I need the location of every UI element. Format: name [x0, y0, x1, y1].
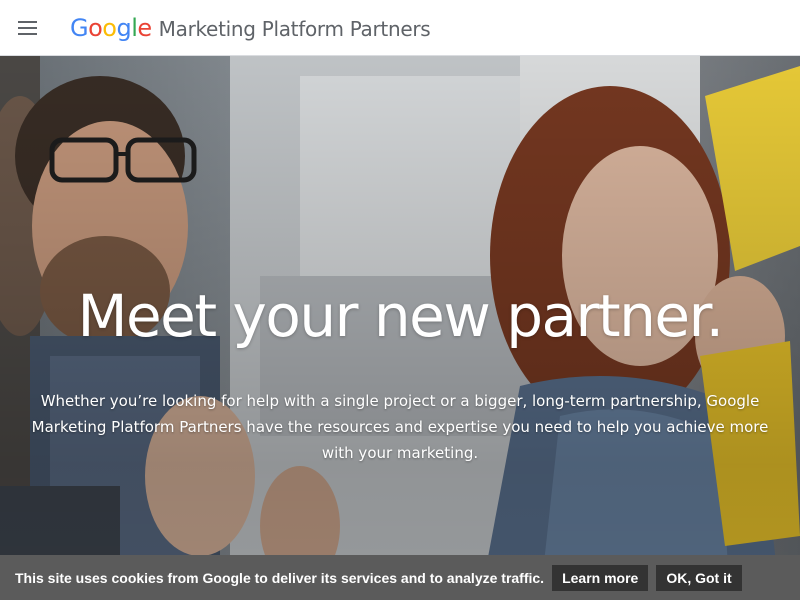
logo-letter: e	[137, 13, 152, 42]
ok-got-it-button[interactable]: OK, Got it	[656, 564, 742, 591]
learn-more-button[interactable]: Learn more	[552, 564, 649, 591]
logo-letter: g	[116, 13, 132, 42]
hamburger-menu-button[interactable]	[0, 0, 56, 56]
hero-section: Meet your new partner. Whether you’re lo…	[0, 56, 800, 600]
hero-heading: Meet your new partner.	[77, 282, 724, 350]
hero-description: Whether you’re looking for help with a s…	[31, 392, 769, 462]
hamburger-menu-icon	[18, 20, 37, 35]
cookie-consent-bar: This site uses cookies from Google to de…	[0, 555, 800, 600]
logo-letter: o	[88, 13, 103, 42]
logo-letter: o	[102, 13, 117, 42]
brand-home-link[interactable]: Google Marketing Platform Partners	[70, 14, 431, 42]
google-logo: Google	[70, 14, 152, 42]
site-title: Marketing Platform Partners	[158, 16, 431, 41]
logo-letter: G	[70, 13, 89, 42]
cookie-notice-text: This site uses cookies from Google to de…	[15, 569, 545, 586]
top-app-bar: Google Marketing Platform Partners	[0, 0, 800, 56]
